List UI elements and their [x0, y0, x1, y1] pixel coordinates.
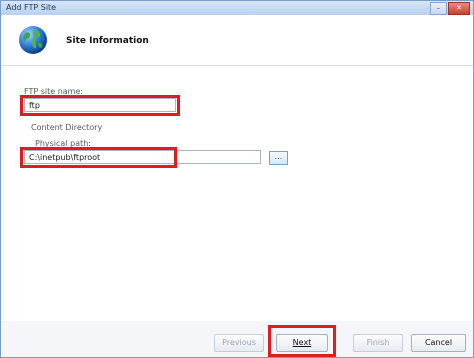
content-directory-label: Content Directory — [31, 123, 103, 132]
finish-button[interactable]: Finish — [353, 334, 403, 352]
minimize-button[interactable]: – — [430, 2, 447, 15]
previous-button[interactable]: Previous — [214, 334, 264, 352]
cancel-button[interactable]: Cancel — [411, 334, 466, 352]
close-button[interactable]: ✕ — [448, 2, 470, 15]
page-title: Site Information — [66, 36, 149, 46]
wizard-footer: Previous Next Finish Cancel — [1, 321, 473, 357]
site-name-highlight — [20, 95, 180, 116]
window-title: Add FTP Site — [6, 3, 57, 12]
physical-path-highlight — [20, 147, 177, 168]
next-button-highlight — [268, 325, 336, 357]
globe-icon — [19, 26, 47, 54]
form-area: FTP site name: ftp Content Directory Phy… — [1, 66, 473, 321]
browse-button[interactable]: ... — [269, 151, 288, 165]
window-controls: – ✕ — [430, 2, 470, 15]
add-ftp-site-dialog: Add FTP Site – ✕ Site Information FTP si… — [0, 0, 474, 358]
wizard-header: Site Information — [1, 15, 473, 66]
title-bar[interactable]: Add FTP Site – ✕ — [1, 1, 473, 15]
